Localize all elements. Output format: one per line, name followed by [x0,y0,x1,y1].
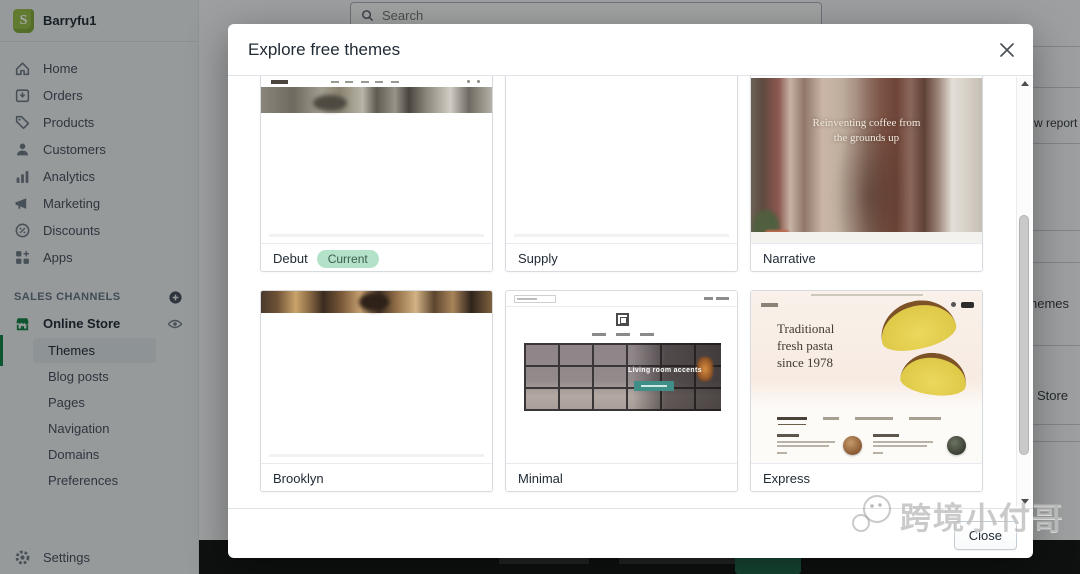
brooklyn-photo-strip [261,291,492,313]
theme-name: Brooklyn [273,471,324,486]
debut-photo-detail [313,95,347,111]
close-button[interactable]: Close [953,521,1017,550]
theme-name: Minimal [518,471,563,486]
theme-card-narrative[interactable]: Reinventing coffee from the grounds up N… [750,76,983,272]
theme-card-supply[interactable]: Supply [505,76,738,272]
express-announcement-bar [811,294,923,296]
supply-preview-image [506,76,737,243]
debut-section-divider [269,234,484,237]
express-preview-image: Traditional fresh pasta since 1978 [751,291,982,463]
express-product-photo [947,436,966,455]
modal-footer: Close [228,508,1033,558]
theme-card-footer: Minimal [506,463,737,491]
minimal-preview-image: Living room accents [506,291,737,463]
express-logo [761,303,778,307]
narrative-hero-caption: Reinventing coffee from the grounds up [812,117,921,144]
modal-title: Explore free themes [248,39,401,59]
narrative-preview-image: Reinventing coffee from the grounds up [751,76,982,243]
theme-name: Debut [273,251,308,266]
express-product-photo [843,436,862,455]
narrative-lower-band [751,232,982,243]
modal-header: Explore free themes [228,24,1033,76]
minimal-hero-button [634,381,674,391]
brooklyn-preview-image [261,291,492,463]
minimal-hero-photo: Living room accents [524,343,721,411]
theme-card-footer: Brooklyn [261,463,492,491]
debut-preview-image [261,76,492,243]
theme-card-footer: Narrative [751,243,982,271]
debut-theme-header [261,78,492,87]
theme-card-brooklyn[interactable]: Brooklyn [260,290,493,492]
minimal-search-box [514,295,556,303]
current-theme-badge: Current [316,249,379,268]
close-icon[interactable] [995,38,1019,62]
theme-card-minimal[interactable]: Living room accents Minimal [505,290,738,492]
narrative-coffee-photo [751,78,982,243]
brooklyn-photo-detail [359,293,389,311]
minimal-hero-caption: Living room accents [628,367,702,374]
theme-card-express[interactable]: Traditional fresh pasta since 1978 Expre… [750,290,983,492]
scroll-down-arrow-icon[interactable] [1017,495,1032,507]
express-hero-headline: Traditional fresh pasta since 1978 [777,321,835,370]
theme-name: Express [763,471,810,486]
theme-card-footer: Debut Current [261,243,492,271]
scrollbar-thumb[interactable] [1019,215,1029,455]
theme-card-debut[interactable]: Debut Current [260,76,493,272]
express-cart-icon [951,302,956,307]
theme-card-footer: Supply [506,243,737,271]
themes-scroll-area: Debut Current Supply Reinventing coffee … [228,76,1033,508]
theme-name: Supply [518,251,558,266]
explore-free-themes-modal: Explore free themes Debut Current Supply… [228,24,1033,558]
debut-photo-strip [261,87,492,113]
supply-section-divider [514,234,729,237]
minimal-logo [616,313,629,326]
minimal-header-divider [506,306,737,307]
express-header-pill [961,302,974,308]
theme-name: Narrative [763,251,816,266]
screen: w report hemes Store Barryfu1 Home Order… [0,0,1080,574]
brooklyn-section-divider [269,454,484,457]
scroll-up-arrow-icon[interactable] [1017,77,1032,89]
modal-scrollbar[interactable] [1016,77,1031,507]
theme-card-footer: Express [751,463,982,491]
